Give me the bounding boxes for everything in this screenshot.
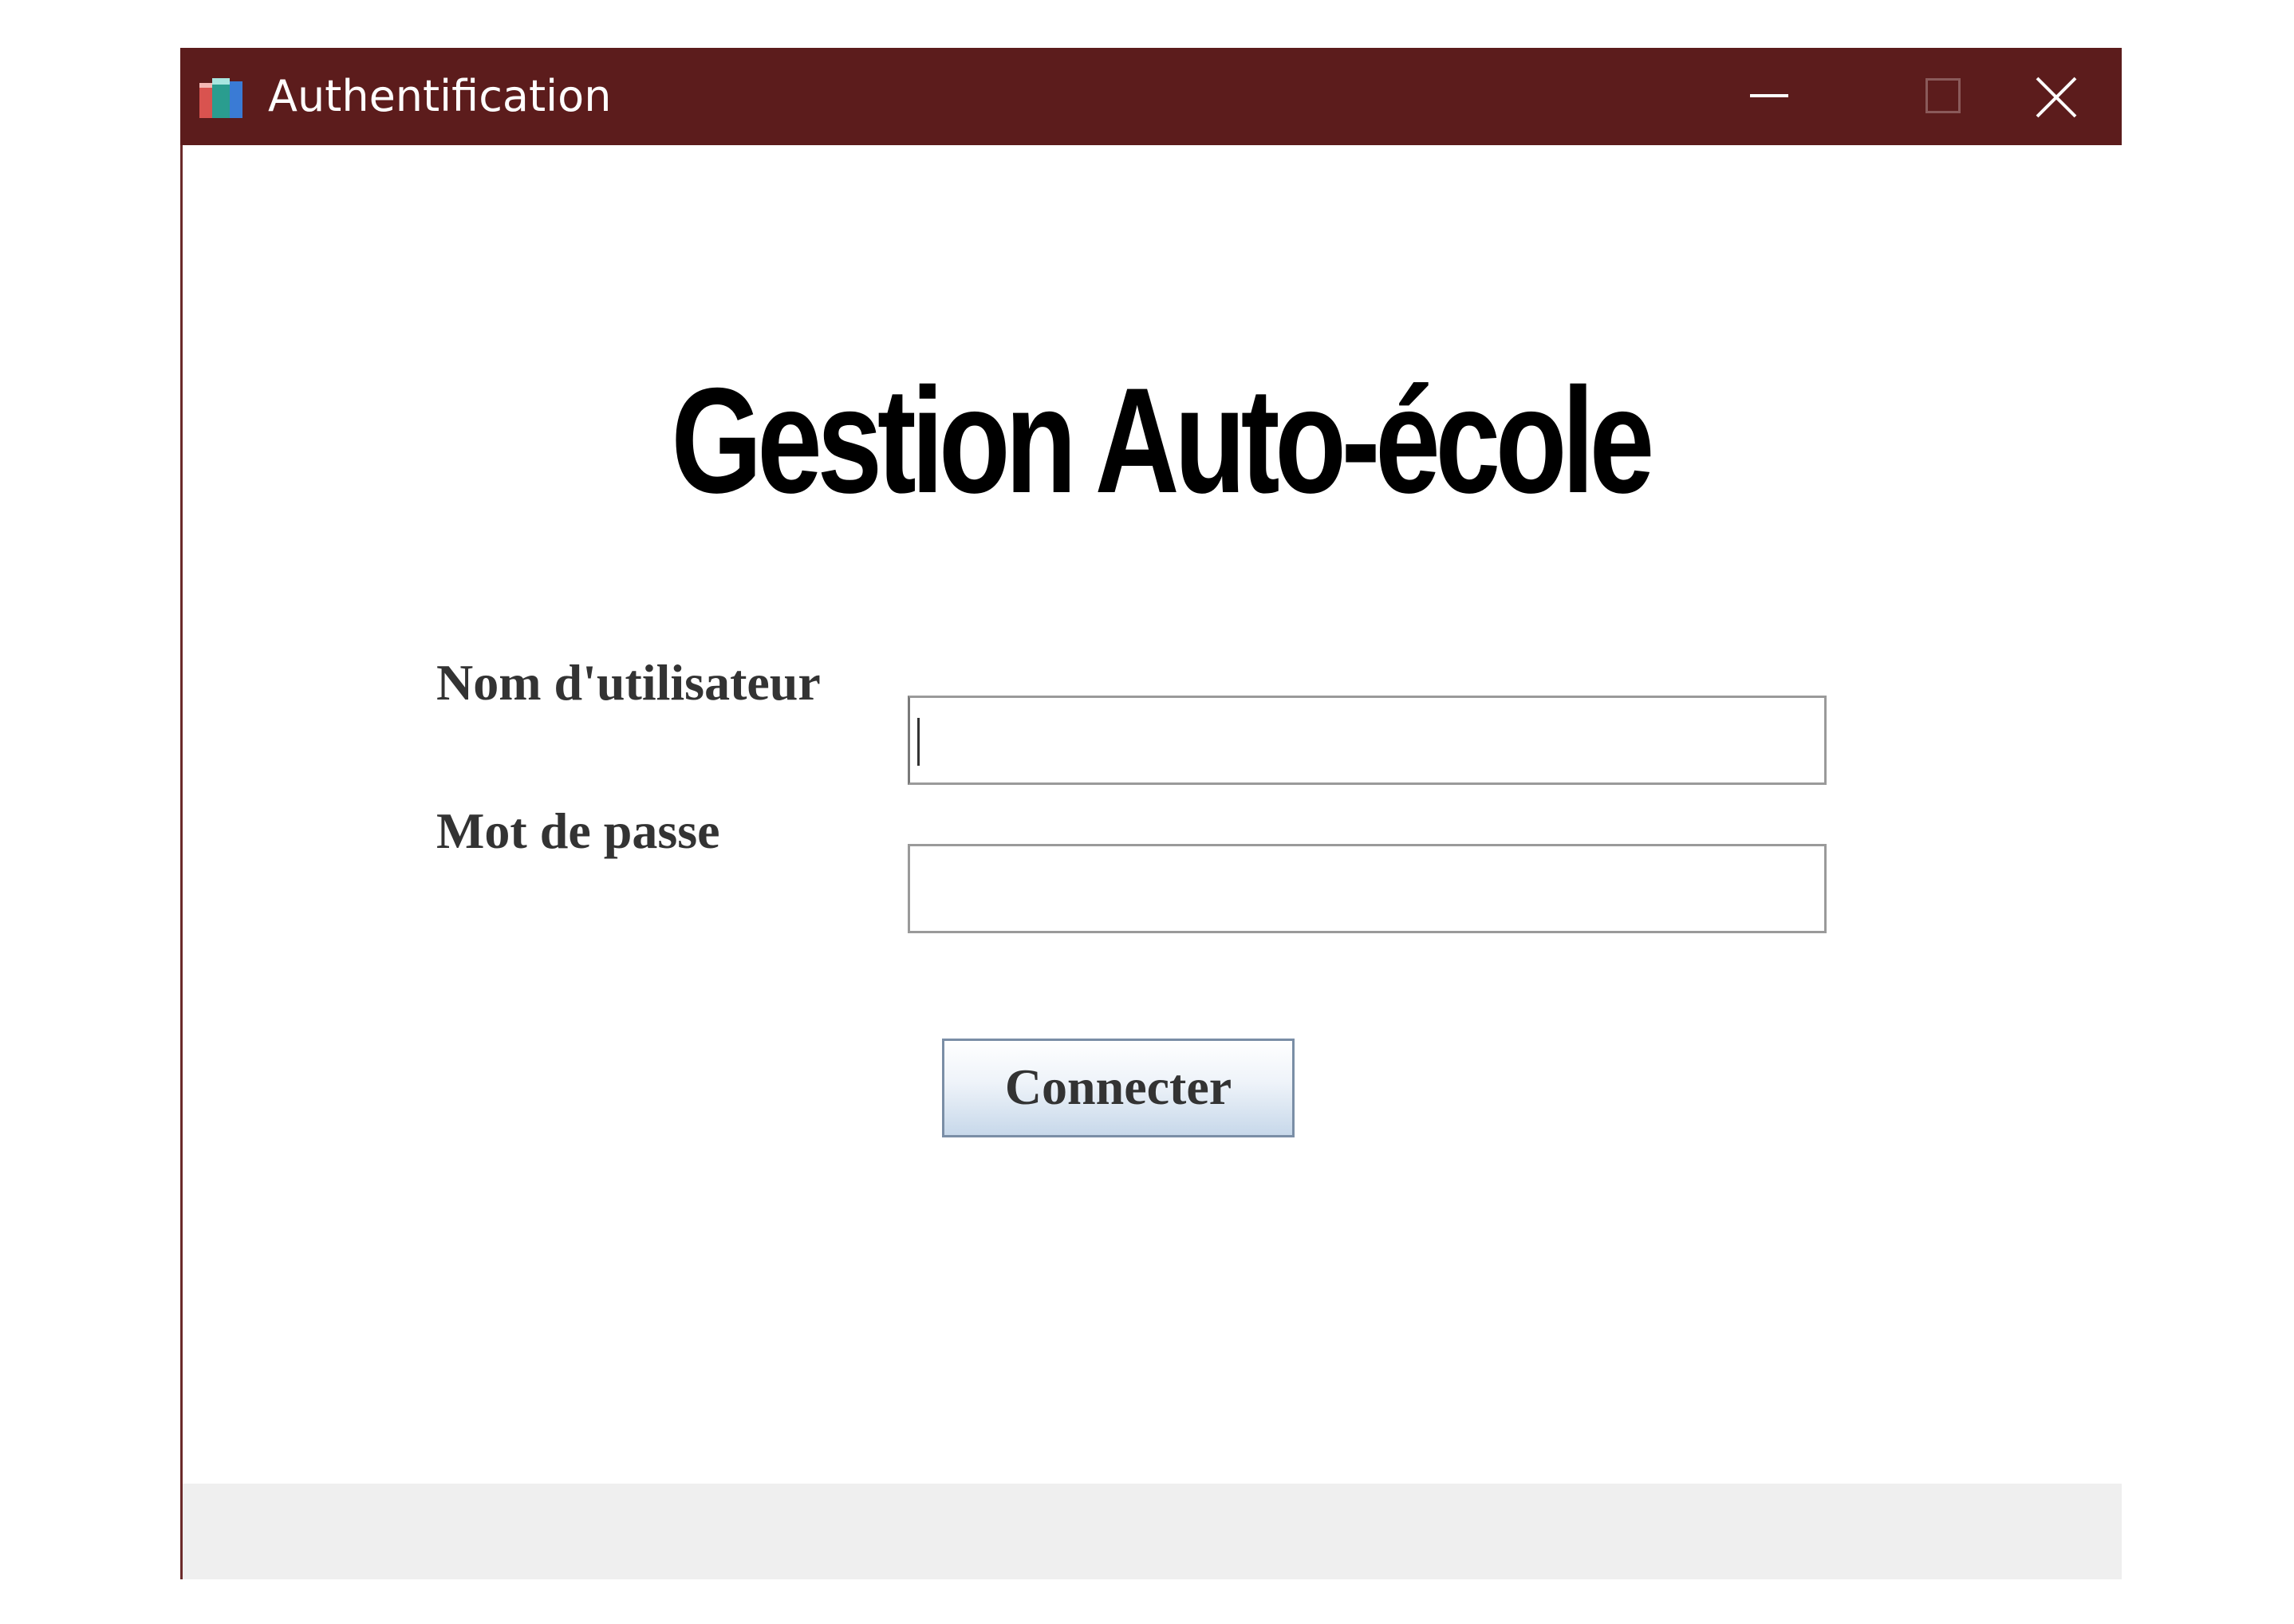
login-window: Authentification Gestion Auto-école Nom … bbox=[180, 48, 2122, 1579]
window-title: Authentification bbox=[268, 71, 612, 121]
maximize-button[interactable] bbox=[1862, 48, 2029, 145]
minimize-button[interactable] bbox=[1686, 48, 1854, 145]
page-title: Gestion Auto-école bbox=[671, 357, 1654, 524]
close-icon bbox=[2036, 77, 2077, 118]
close-button[interactable] bbox=[2028, 48, 2122, 145]
password-label: Mot de passe bbox=[436, 802, 720, 859]
maximize-icon bbox=[1925, 78, 1961, 113]
status-strip bbox=[183, 1484, 2122, 1579]
window-content: Gestion Auto-école Nom d'utilisateur Mot… bbox=[183, 145, 2122, 1579]
username-label: Nom d'utilisateur bbox=[436, 654, 821, 711]
text-caret bbox=[917, 718, 920, 766]
username-field[interactable] bbox=[908, 696, 1827, 785]
minimize-icon bbox=[1750, 94, 1788, 97]
title-bar[interactable]: Authentification bbox=[180, 48, 2122, 145]
connect-button[interactable]: Connecter bbox=[942, 1039, 1295, 1137]
password-field[interactable] bbox=[908, 844, 1827, 933]
books-app-icon bbox=[196, 72, 247, 123]
